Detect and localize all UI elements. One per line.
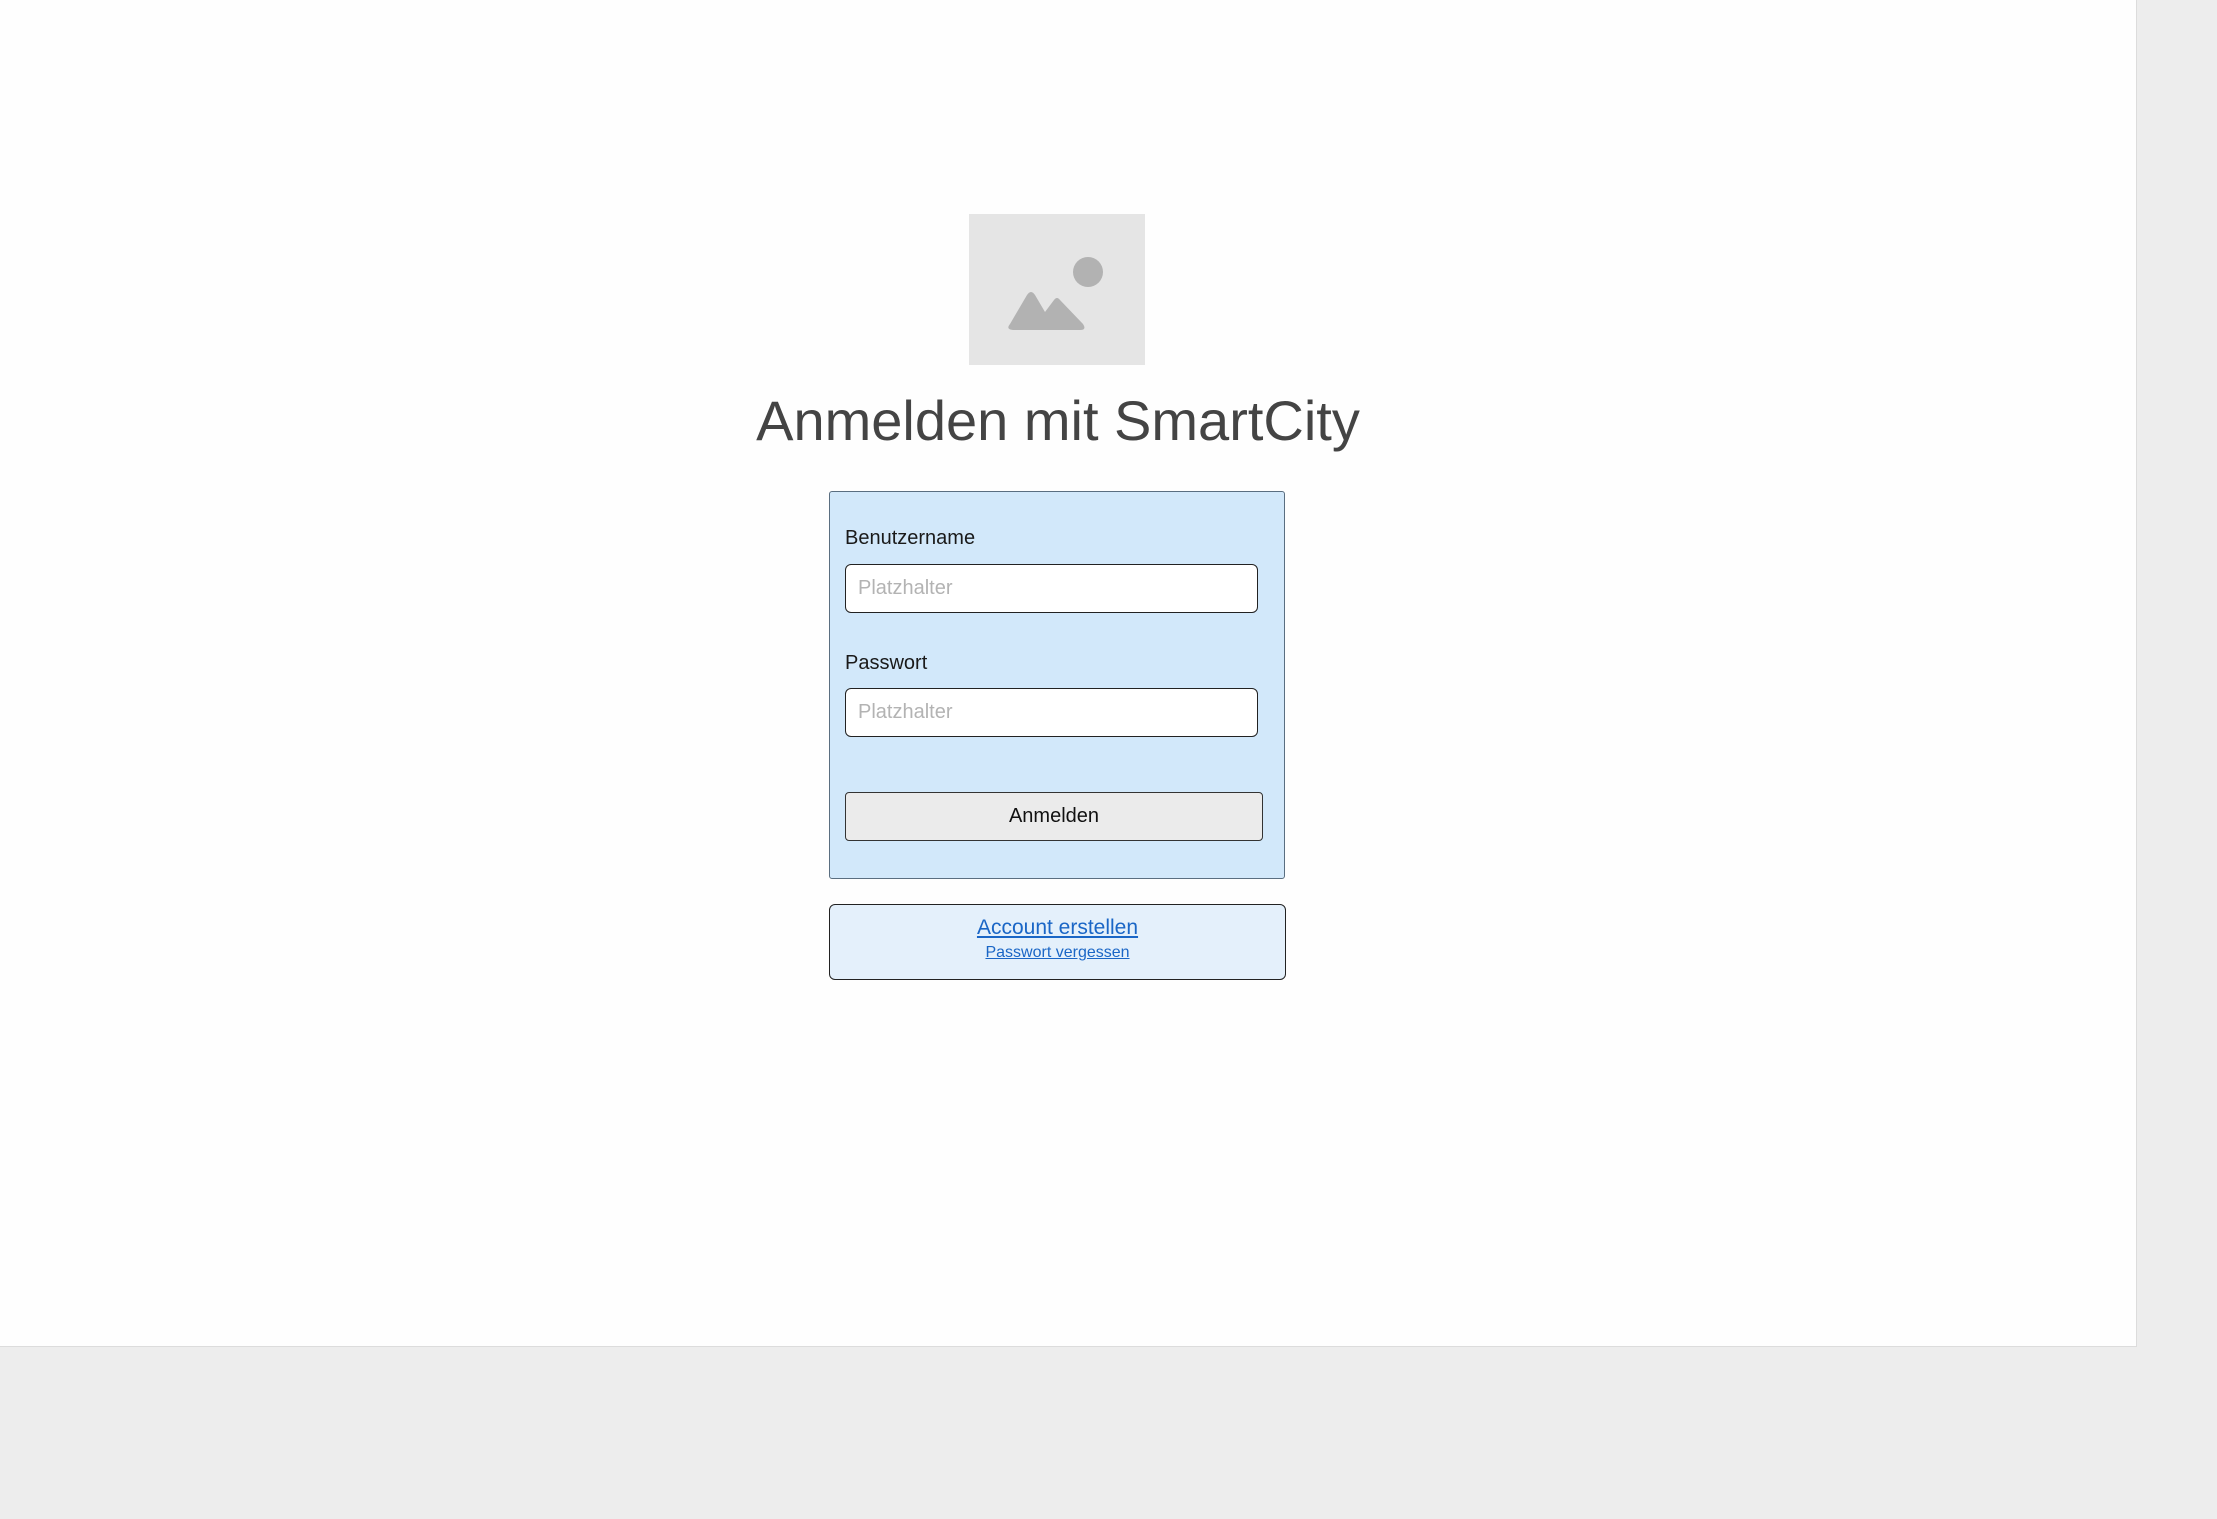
page-canvas: Anmelden mit SmartCity Benutzername Pass… <box>0 0 2137 1347</box>
create-account-link[interactable]: Account erstellen <box>830 915 1285 941</box>
forgot-password-link[interactable]: Passwort vergessen <box>830 943 1285 963</box>
account-links-box: Account erstellen Passwort vergessen <box>829 904 1286 980</box>
password-label: Passwort <box>845 652 928 674</box>
image-placeholder-icon <box>1008 257 1103 330</box>
logo-placeholder <box>969 214 1145 365</box>
login-form: Benutzername Passwort Anmelden <box>829 491 1285 879</box>
login-button[interactable]: Anmelden <box>845 792 1263 841</box>
username-label: Benutzername <box>845 527 976 549</box>
password-input[interactable] <box>845 688 1258 737</box>
page-title: Anmelden mit SmartCity <box>756 389 1360 452</box>
username-input[interactable] <box>845 564 1258 613</box>
